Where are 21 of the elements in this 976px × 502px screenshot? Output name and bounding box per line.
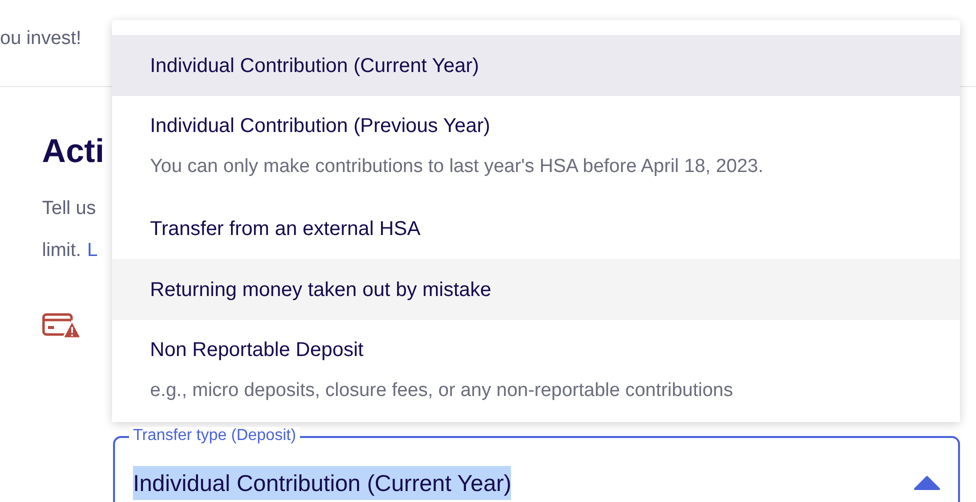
- option-label: Individual Contribution (Current Year): [150, 54, 480, 78]
- dropdown-option[interactable]: Individual Contribution (Current Year): [112, 35, 960, 96]
- card-warning-icon: [42, 313, 82, 339]
- section-heading: Acti: [42, 131, 104, 171]
- option-label: Returning money taken out by mistake: [150, 278, 492, 302]
- body-text: Tell us: [42, 197, 96, 221]
- intro-text: ou invest!: [0, 27, 82, 51]
- option-note: e.g., micro deposits, closure fees, or any non-reportable contributions: [150, 379, 733, 403]
- dropdown-option[interactable]: Non Reportable Deposit e.g., micro deposits, closure fees, or any non-reportable contributions: [112, 320, 960, 422]
- selected-value: Individual Contribution (Current Year): [133, 466, 512, 500]
- option-label: Transfer from an external HSA: [150, 216, 420, 242]
- learn-link[interactable]: L: [87, 237, 98, 265]
- body-text: limit.: [42, 239, 82, 263]
- option-label: Individual Contribution (Previous Year): [150, 114, 490, 139]
- dropdown-option[interactable]: Transfer from an external HSA: [112, 198, 960, 259]
- dropdown-option[interactable]: Returning money taken out by mistake: [112, 259, 960, 320]
- dropdown-option[interactable]: Individual Contribution (Previous Year) You can only make contributions to last year's HSA before April 18, 2023.: [112, 96, 960, 198]
- caret-up-icon: [914, 476, 940, 490]
- option-note: You can only make contributions to last year's HSA before April 18, 2023.: [150, 155, 764, 179]
- field-label: Transfer type (Deposit): [129, 427, 300, 445]
- option-label: Non Reportable Deposit: [150, 338, 364, 363]
